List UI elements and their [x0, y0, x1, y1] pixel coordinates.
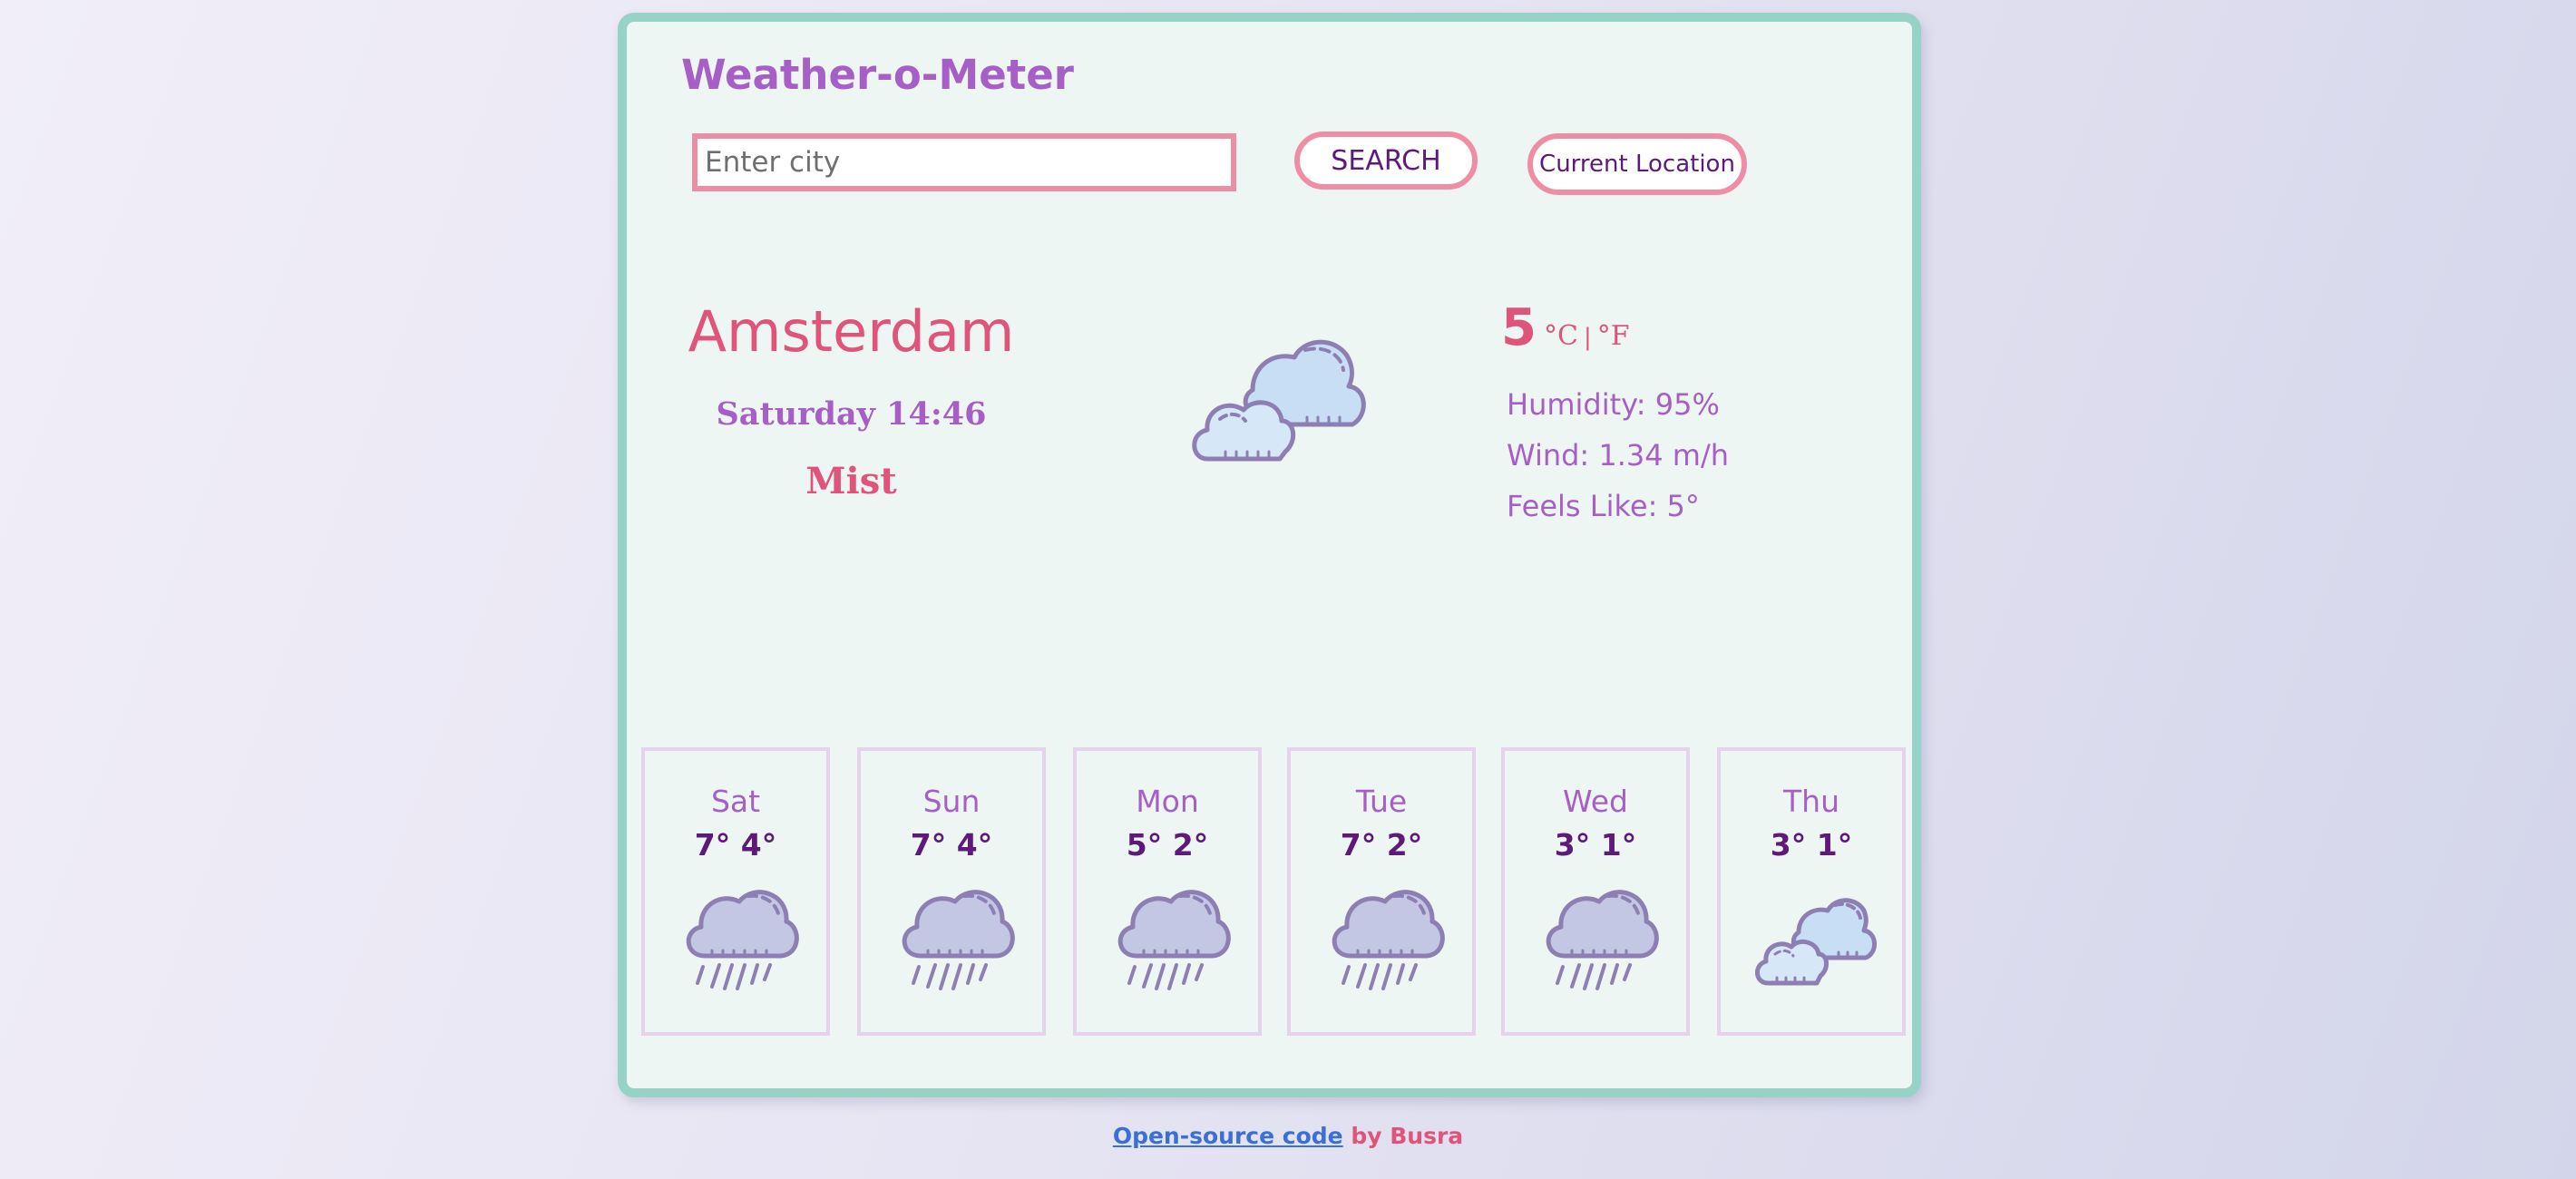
- cloudy-icon: [1755, 898, 1877, 986]
- rain-icon: [686, 890, 799, 990]
- author-credit: by Busra: [1351, 1123, 1464, 1149]
- weather-card: Weather-o-Meter SEARCH Current Location …: [618, 13, 1921, 1097]
- rain-icon: [902, 890, 1015, 990]
- forecast-day-name: Thu: [1783, 784, 1839, 819]
- current-location-button[interactable]: Current Location: [1527, 133, 1747, 195]
- cloudy-icon: [1192, 339, 1366, 462]
- temperature-block: 5 °C | °F: [1501, 298, 1630, 357]
- forecast-temps: 7° 4°: [910, 827, 993, 862]
- forecast-day-name: Sun: [922, 784, 981, 819]
- feels-like: Feels Like: 5°: [1507, 489, 1700, 523]
- forecast-temps: 5° 2°: [1126, 827, 1209, 862]
- forecast-row: Sat 7° 4° Sun 7° 4° Mon 5° 2° Tue 7° 2° …: [641, 747, 1913, 1038]
- celsius-link[interactable]: °C: [1544, 320, 1578, 352]
- rain-icon: [1546, 890, 1659, 990]
- city-name: Amsterdam: [688, 298, 1015, 365]
- rain-icon: [1332, 890, 1445, 990]
- forecast-day: Mon 5° 2°: [1073, 747, 1262, 1036]
- humidity: Humidity: 95%: [1507, 387, 1720, 422]
- city-search-input[interactable]: [692, 133, 1236, 191]
- app-title: Weather-o-Meter: [681, 51, 1074, 99]
- footer: Open-source code by Busra: [0, 1123, 2576, 1149]
- forecast-day-name: Mon: [1136, 784, 1199, 819]
- forecast-day: Thu 3° 1°: [1717, 747, 1906, 1036]
- temperature-value: 5: [1501, 298, 1537, 357]
- date-time: Saturday 14:46: [716, 395, 987, 433]
- forecast-day-name: Tue: [1355, 784, 1408, 819]
- fahrenheit-link[interactable]: °F: [1597, 320, 1630, 352]
- forecast-temps: 7° 2°: [1340, 827, 1423, 862]
- search-button[interactable]: SEARCH: [1294, 132, 1478, 190]
- forecast-temps: 3° 1°: [1554, 827, 1637, 862]
- forecast-day: Sat 7° 4°: [641, 747, 830, 1036]
- rain-icon: [1117, 890, 1231, 990]
- wind-speed: Wind: 1.34 m/h: [1507, 438, 1730, 473]
- forecast-day-name: Wed: [1563, 784, 1628, 819]
- open-source-link[interactable]: Open-source code: [1113, 1123, 1343, 1149]
- forecast-temps: 3° 1°: [1770, 827, 1853, 862]
- forecast-day: Wed 3° 1°: [1501, 747, 1690, 1036]
- weather-description: Mist: [805, 460, 897, 502]
- forecast-day: Tue 7° 2°: [1287, 747, 1476, 1036]
- forecast-day-name: Sat: [710, 784, 761, 819]
- forecast-temps: 7° 4°: [694, 827, 777, 862]
- forecast-day: Sun 7° 4°: [857, 747, 1046, 1036]
- unit-separator: |: [1583, 324, 1592, 351]
